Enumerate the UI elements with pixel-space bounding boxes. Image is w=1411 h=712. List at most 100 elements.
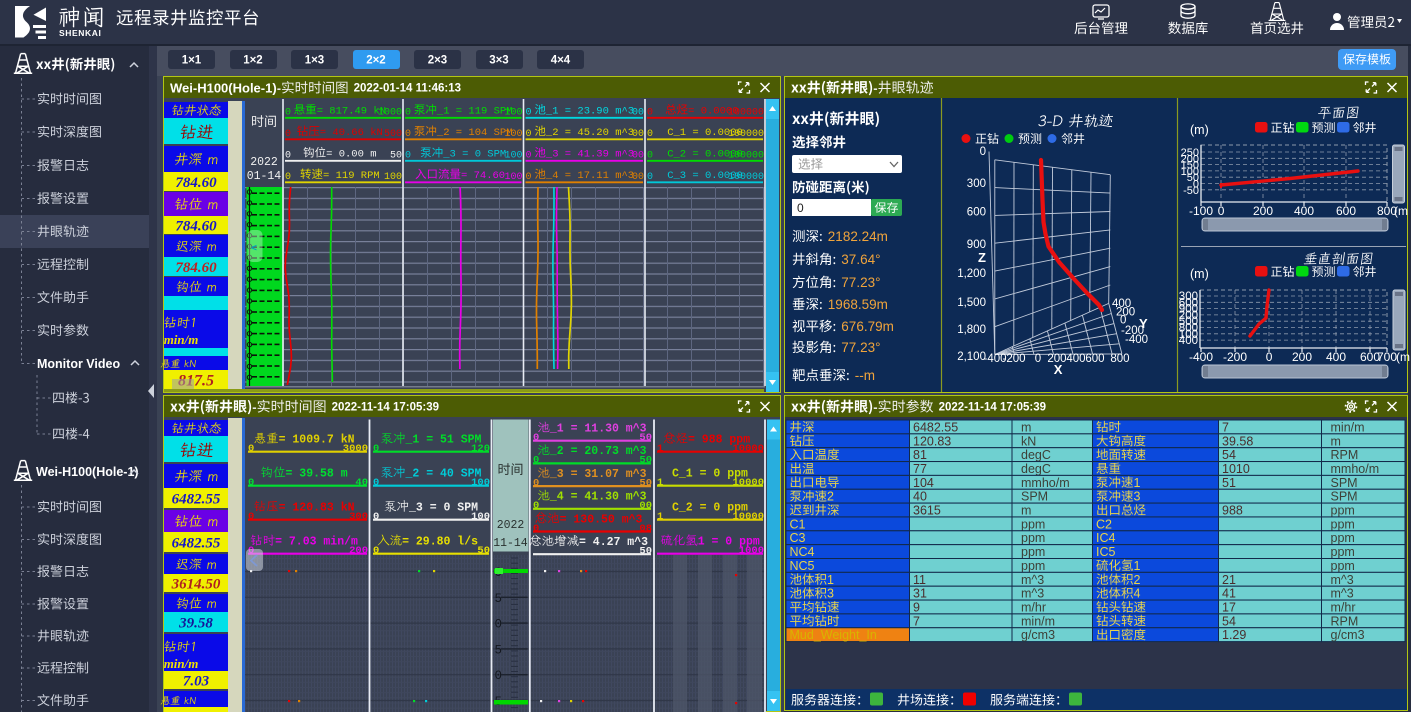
svg-text:m^3: m^3: [1021, 587, 1044, 601]
svg-text:0: 0: [248, 477, 254, 489]
svg-text:0: 0: [285, 129, 291, 140]
svg-text:0: 0: [526, 172, 532, 183]
svg-text:(m): (m): [1190, 267, 1209, 281]
svg-text:= 119 RPM: = 119 RPM: [323, 170, 380, 182]
svg-text:0: 0: [533, 432, 539, 444]
svg-text:1010: 1010: [1222, 462, 1250, 476]
svg-text:3: 3: [1134, 490, 1141, 504]
svg-text:ppm: ppm: [1331, 559, 1355, 573]
svg-text:0: 0: [1035, 353, 1041, 365]
svg-text:2022-11-14 17:05:39: 2022-11-14 17:05:39: [332, 402, 439, 414]
svg-text:1: 1: [657, 477, 663, 489]
svg-text:1.29: 1.29: [1222, 628, 1246, 642]
svg-text:mmho/m: mmho/m: [1331, 462, 1380, 476]
svg-text:m^3: m^3: [1331, 587, 1354, 601]
svg-text:0: 0: [248, 443, 254, 455]
svg-text:IC4: IC4: [1096, 531, 1116, 545]
svg-text:m/hr: m/hr: [1021, 601, 1046, 615]
svg-text:600: 600: [1085, 353, 1104, 365]
svg-text:50: 50: [390, 151, 402, 162]
svg-text:SPM: SPM: [1331, 490, 1358, 504]
svg-text:784.60: 784.60: [175, 175, 217, 191]
svg-text:= 39.58 m: = 39.58 m: [286, 468, 348, 481]
svg-text:_3 = 31.07 m^3: _3 = 31.07 m^3: [549, 468, 647, 481]
svg-text:ppm: ppm: [1331, 517, 1355, 531]
svg-text:-100: -100: [1189, 204, 1213, 218]
svg-text:0: 0: [373, 443, 379, 455]
svg-text:= 120.83 kN: = 120.83 kN: [279, 502, 355, 515]
svg-text:400: 400: [1326, 350, 1346, 364]
svg-text:1,200: 1,200: [957, 268, 986, 280]
svg-text:C2: C2: [1096, 517, 1112, 531]
svg-text:400: 400: [1179, 335, 1198, 347]
svg-text:0: 0: [405, 151, 411, 162]
svg-text:104: 104: [913, 476, 934, 490]
svg-text:Wei-H100(Hole-1): Wei-H100(Hole-1): [170, 81, 277, 96]
svg-text:3×3: 3×3: [489, 55, 509, 67]
svg-text:NC5: NC5: [790, 559, 815, 573]
svg-text:degC: degC: [1021, 448, 1051, 462]
svg-text:= 130.50 m^3: = 130.50 m^3: [560, 513, 643, 526]
svg-text:C_2 = 0.0000: C_2 = 0.0000: [667, 149, 743, 161]
svg-text:0: 0: [248, 511, 254, 523]
svg-text:0: 0: [797, 201, 804, 215]
svg-text:100: 100: [384, 172, 402, 183]
svg-text:_4 = 17.11 m^3: _4 = 17.11 m^3: [545, 170, 634, 182]
svg-text:= 0.0000: = 0.0000: [688, 106, 738, 118]
svg-text:Monitor Video: Monitor Video: [37, 357, 120, 371]
svg-text:1,500: 1,500: [957, 297, 986, 309]
svg-text:6482.55: 6482.55: [913, 420, 958, 434]
svg-text:_1 = 119 SPM: _1 = 119 SPM: [436, 106, 513, 118]
svg-text:784.60: 784.60: [175, 218, 217, 234]
svg-text:2: 2: [827, 490, 834, 504]
svg-text:-: -: [277, 82, 281, 96]
svg-text:2022-01-14 11:46:13: 2022-01-14 11:46:13: [354, 83, 461, 95]
svg-text:= 0.00 m: = 0.00 m: [326, 149, 376, 161]
svg-text:_2 = 104 SPM: _2 = 104 SPM: [436, 127, 513, 139]
svg-text:0: 0: [647, 129, 653, 140]
svg-text:degC: degC: [1021, 462, 1051, 476]
svg-text:1×3: 1×3: [305, 55, 325, 67]
svg-text:-200: -200: [1003, 353, 1026, 365]
svg-text:C_3 = 0.0000: C_3 = 0.0000: [667, 170, 743, 182]
svg-text:200: 200: [1292, 350, 1312, 364]
svg-text:SHENKAI: SHENKAI: [59, 28, 101, 38]
svg-text:600: 600: [1336, 204, 1356, 218]
svg-text:min/m: min/m: [164, 656, 199, 671]
svg-text:77.23°: 77.23°: [841, 275, 880, 290]
svg-text:120.83: 120.83: [913, 434, 951, 448]
svg-text:784.60: 784.60: [175, 260, 217, 276]
svg-text:-: -: [252, 400, 256, 415]
svg-text:= 29.80 l/s: = 29.80 l/s: [402, 536, 478, 549]
svg-text:NC4: NC4: [790, 545, 815, 559]
svg-text:X: X: [1054, 362, 1063, 377]
svg-text:4: 4: [1134, 587, 1141, 601]
svg-text:0: 0: [405, 108, 411, 119]
svg-text:2×3: 2×3: [428, 55, 448, 67]
svg-text:1×2: 1×2: [243, 55, 263, 67]
svg-text:0: 0: [285, 108, 291, 119]
svg-text:2×2: 2×2: [366, 55, 386, 67]
svg-text:_1 = 11.30 m^3: _1 = 11.30 m^3: [549, 423, 647, 436]
svg-text:0: 0: [533, 500, 539, 512]
svg-text:0: 0: [526, 129, 532, 140]
svg-text:= 1009.7 kN: = 1009.7 kN: [279, 434, 355, 447]
svg-text:11: 11: [913, 573, 926, 587]
svg-text:1: 1: [1134, 559, 1141, 573]
svg-text:= 7.03 min/m: = 7.03 min/m: [275, 536, 358, 549]
svg-text:ppm: ppm: [1331, 504, 1355, 518]
svg-text:400: 400: [1066, 353, 1085, 365]
svg-text:2: 2: [1134, 573, 1141, 587]
svg-text:0: 0: [405, 129, 411, 140]
svg-text:(m: (m: [1394, 204, 1408, 218]
svg-text:988: 988: [1222, 504, 1243, 518]
svg-text:_4 = 41.30 m^3: _4 = 41.30 m^3: [549, 491, 647, 504]
svg-text:= 40.66 kN: = 40.66 kN: [320, 127, 383, 139]
svg-text:0: 0: [373, 477, 379, 489]
svg-text:0: 0: [533, 477, 539, 489]
svg-text:31: 31: [913, 587, 927, 601]
svg-text:-400: -400: [1125, 334, 1148, 346]
svg-text:0: 0: [285, 172, 291, 183]
svg-text:3: 3: [827, 587, 834, 601]
svg-text:-50: -50: [1183, 185, 1199, 197]
